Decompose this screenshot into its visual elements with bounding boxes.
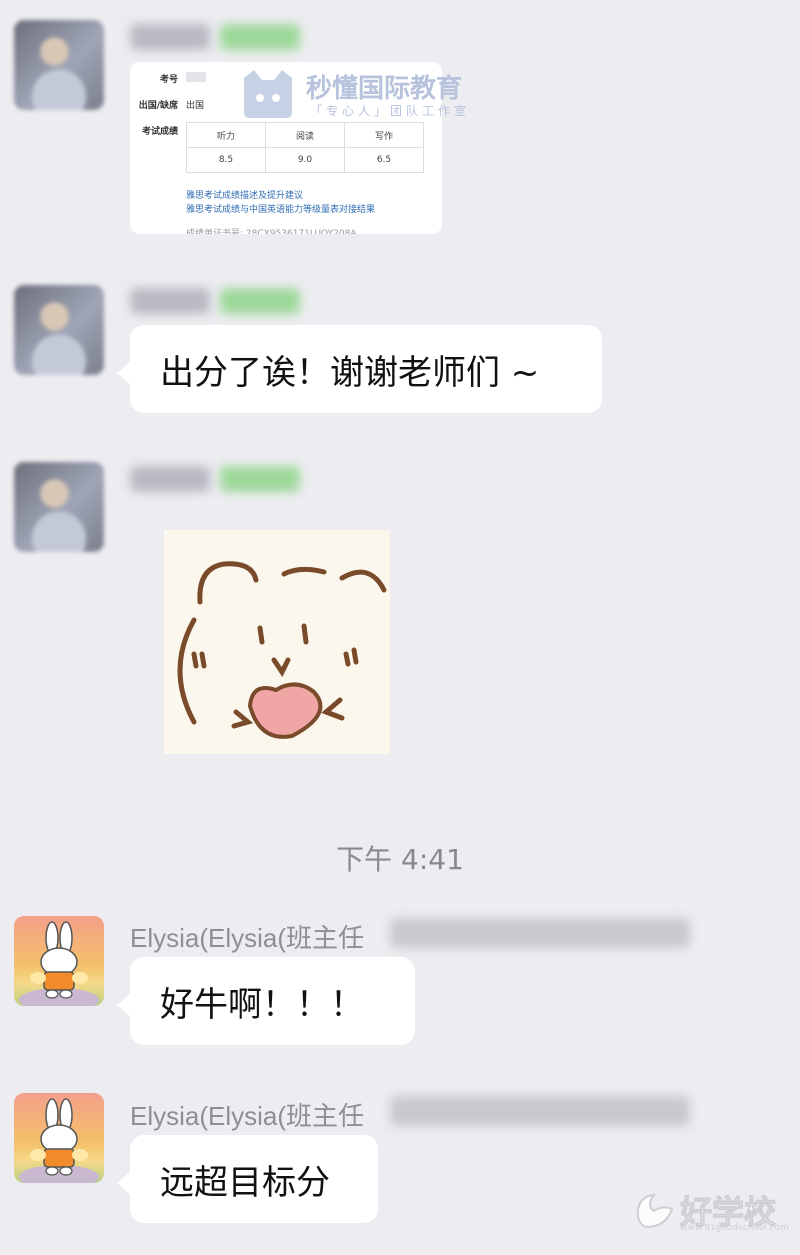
- sender-name-blurred: [130, 466, 210, 492]
- bird-logo-icon: [636, 1193, 674, 1229]
- report-footer: 成绩单证书号: 28CX9536171LUOY208A: [186, 229, 357, 234]
- score-header: 听力: [186, 122, 266, 148]
- report-link: 雅思考试成绩描述及提升建议: [186, 191, 304, 201]
- watermark-title: 秒懂国际教育: [306, 74, 463, 104]
- sender-tag-blurred: [220, 24, 300, 50]
- score-value: 9.0: [265, 147, 345, 173]
- timestamp: 下午 4:41: [336, 843, 464, 876]
- sender-tag-blurred: [390, 918, 690, 948]
- sender-tag-blurred: [220, 466, 300, 492]
- bunny-avatar-icon: [19, 1098, 99, 1183]
- message-text: 出分了诶！谢谢老师们 ~: [160, 352, 540, 393]
- site-watermark-url: www.91goodschool.com: [680, 1223, 789, 1233]
- cat-logo-icon: [244, 70, 292, 118]
- score-header: 阅读: [265, 122, 345, 148]
- sender-name-blurred: [130, 24, 210, 50]
- sender-name: Elysia(Elysia(班主任: [130, 923, 365, 953]
- report-link: 雅思考试成绩与中国英语能力等级量表对接结果: [186, 205, 376, 215]
- watermark: 秒懂国际教育 「专心人」团队工作室: [238, 68, 508, 120]
- score-value: 8.5: [186, 147, 266, 173]
- report-label: 考号: [159, 75, 178, 85]
- score-value: 6.5: [344, 147, 424, 173]
- avatar[interactable]: [14, 20, 104, 110]
- report-label: 出国/缺席: [138, 101, 178, 111]
- message-text: 远超目标分: [160, 1162, 330, 1203]
- bear-heart-icon: [177, 561, 387, 739]
- bunny-avatar-icon: [19, 921, 99, 1006]
- sender-tag-blurred: [220, 288, 300, 314]
- report-value: 出国: [186, 101, 205, 111]
- watermark-subtitle: 「专心人」团队工作室: [310, 104, 471, 118]
- message-text: 好牛啊！！！: [160, 984, 364, 1025]
- score-header: 写作: [344, 122, 424, 148]
- site-watermark: 好学校 www.91goodschool.com: [632, 1187, 789, 1235]
- avatar[interactable]: [14, 1093, 104, 1183]
- bear-heart-sticker[interactable]: [164, 530, 390, 754]
- avatar[interactable]: [14, 285, 104, 375]
- avatar[interactable]: [14, 462, 104, 552]
- message-bubble[interactable]: 远超目标分: [117, 1135, 378, 1223]
- sender-name-blurred: [130, 288, 210, 314]
- report-value-blurred: [186, 72, 206, 82]
- avatar[interactable]: [14, 916, 104, 1006]
- report-label: 考试成绩: [141, 127, 178, 137]
- message-bubble[interactable]: 好牛啊！！！: [117, 957, 415, 1045]
- sender-name: Elysia(Elysia(班主任: [130, 1101, 365, 1131]
- sender-tag-blurred: [390, 1096, 690, 1126]
- message-bubble[interactable]: 出分了诶！谢谢老师们 ~: [117, 325, 602, 413]
